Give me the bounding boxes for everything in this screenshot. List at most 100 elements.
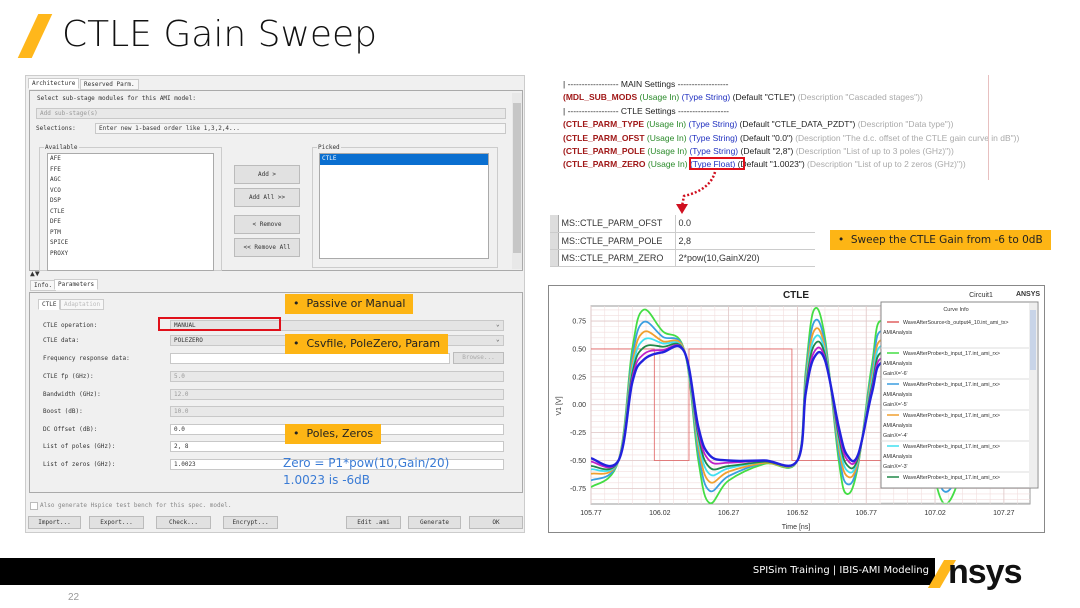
tab-architecture[interactable]: Architecture: [28, 78, 80, 89]
zero-formula: Zero = P1*pow(10,Gain/20): [283, 456, 450, 470]
scrollbar[interactable]: [512, 93, 522, 269]
legend-entry-text: WaveAfterSource<b_output4_10.int_ami_tx>: [903, 320, 1009, 326]
chevron-down-icon[interactable]: ⌄: [496, 321, 500, 328]
add-substage-select[interactable]: Add sub-stage(s): [36, 108, 506, 119]
param-label: CTLE data:: [43, 337, 80, 344]
code-name: (CTLE_PARM_ZERO: [563, 159, 646, 169]
subtab-adaptation[interactable]: Adaptation: [60, 299, 105, 310]
code-def: (Default "CTLE_DATA_PZDT"): [739, 119, 856, 129]
picked-label: Picked: [317, 144, 341, 151]
scrollbar-thumb[interactable]: [513, 103, 521, 253]
accent-slash: [17, 14, 53, 58]
callout-text: Csvfile, PoleZero, Param: [306, 337, 441, 350]
available-item[interactable]: FFE: [48, 165, 213, 176]
available-item[interactable]: PTM: [48, 228, 213, 239]
ami-param-line: (CTLE_PARM_OFST (Usage In) (Type String)…: [563, 133, 1019, 143]
legend-entry-text: GainX='-6': [883, 371, 908, 377]
tab-info[interactable]: Info.: [30, 280, 57, 291]
picked-list[interactable]: CTLE: [319, 153, 489, 259]
code-name: (CTLE_PARM_TYPE: [563, 119, 645, 129]
remove-button[interactable]: < Remove: [234, 215, 300, 234]
available-item[interactable]: AGC: [48, 175, 213, 186]
available-item[interactable]: DSP: [48, 196, 213, 207]
available-item[interactable]: VCO: [48, 186, 213, 197]
param-name-cell: MS::CTLE_PARM_ZERO: [558, 249, 676, 267]
ok-button[interactable]: OK: [469, 516, 523, 529]
subtab-ctle[interactable]: CTLE: [38, 299, 61, 310]
param-input[interactable]: 5.0: [170, 371, 504, 382]
import-button[interactable]: Import...: [28, 516, 81, 529]
callout-passive-manual: • Passive or Manual: [285, 294, 414, 314]
param-input[interactable]: [170, 353, 450, 364]
chart-title: CTLE: [783, 290, 809, 301]
ami-param-line: (MDL_SUB_MODS (Usage In) (Type String) (…: [563, 92, 923, 102]
ami-param-line: (CTLE_PARM_ZERO (Usage In) (Type Float) …: [563, 159, 966, 169]
code-desc: (Description "The d.c. offset of the CTL…: [795, 133, 1020, 143]
available-item[interactable]: CTLE: [48, 207, 213, 218]
param-value-cell[interactable]: 2*pow(10,GainX/20): [675, 249, 815, 267]
callout-sweep: • Sweep the CTLE Gain from -6 to 0dB: [830, 230, 1051, 250]
browse-button[interactable]: Browse...: [453, 352, 504, 364]
picked-item-ctle[interactable]: CTLE: [320, 154, 488, 165]
param-input[interactable]: 12.0: [170, 389, 504, 400]
code-type: (Type String): [688, 133, 738, 143]
y-tick-label: -0.75: [570, 486, 586, 493]
y-tick-label: -0.50: [570, 458, 586, 465]
selections-label: Selections:: [36, 125, 76, 132]
edit-ami-button[interactable]: Edit .ami: [346, 516, 401, 529]
encrypt-button[interactable]: Encrypt...: [223, 516, 278, 529]
add-all-button[interactable]: Add All >>: [234, 188, 300, 207]
footer-bar: SPISim Training | IBIS-AMI Modeling: [0, 558, 935, 585]
legend-analysis: AMIAnalysis: [883, 454, 912, 460]
x-axis-label: Time [ns]: [782, 524, 811, 531]
code-usage: (Usage In): [639, 92, 680, 102]
param-label: Boost (dB):: [43, 408, 83, 415]
available-item[interactable]: DFE: [48, 217, 213, 228]
chevron-down-icon[interactable]: ⌄: [496, 336, 500, 343]
param-value-cell[interactable]: 0.0: [675, 215, 815, 233]
remove-all-button[interactable]: << Remove All: [234, 238, 300, 257]
tab-reserved-parm[interactable]: Reserved Parm.: [80, 79, 139, 90]
y-tick-label: 0.50: [572, 346, 586, 353]
param-input[interactable]: 10.0: [170, 406, 504, 417]
page-number: 22: [68, 592, 80, 603]
x-tick-label: 106.02: [649, 510, 671, 517]
available-item[interactable]: AFE: [48, 154, 213, 165]
hspice-checkbox[interactable]: [30, 502, 38, 510]
legend-analysis: AMIAnalysis: [883, 361, 912, 367]
tab-parameters[interactable]: Parameters: [54, 279, 99, 290]
legend-entry-text: WaveAfterProbe<b_input_17.int_ami_rx>: [903, 351, 1000, 357]
x-tick-label: 105.77: [580, 510, 602, 517]
param-label: List of zeros (GHz):: [43, 461, 116, 468]
legend-title: Curve Info: [943, 307, 968, 313]
code-def: (Default "CTLE"): [732, 92, 796, 102]
param-label: Bandwidth (GHz):: [43, 391, 101, 398]
x-tick-label: 107.27: [993, 510, 1015, 517]
select-label: Select sub-stage modules for this AMI mo…: [37, 95, 196, 102]
x-tick-label: 106.27: [718, 510, 740, 517]
available-list[interactable]: AFE FFE AGC VCO DSP CTLE DFE PTM SPICE PROXY: [47, 153, 214, 271]
table-row: MS::CTLE_PARM_POLE 2,8: [550, 232, 815, 250]
export-button[interactable]: Export...: [89, 516, 144, 529]
code-desc: (Description "List of up to 2 zeros (GHz…: [807, 159, 966, 169]
available-item[interactable]: PROXY: [48, 249, 213, 260]
code-usage: (Usage In): [646, 119, 687, 129]
check-button[interactable]: Check...: [156, 516, 211, 529]
selections-input[interactable]: Enter new 1-based order like 1,3,2,4...: [95, 123, 506, 134]
legend-scrollbar-thumb: [1030, 310, 1036, 370]
circuit-label: Circuit1: [969, 292, 993, 299]
legend-entry-text: WaveAfterProbe<b_input_17.int_ami_rx>: [903, 382, 1000, 388]
param-value-cell[interactable]: 2,8: [675, 232, 815, 250]
y-tick-label: 0.25: [572, 374, 586, 381]
add-button[interactable]: Add >: [234, 165, 300, 184]
splitter-handle-icon[interactable]: ▲▼: [30, 269, 40, 278]
row-header: [550, 215, 559, 233]
param-label: List of poles (GHz):: [43, 443, 116, 450]
main-settings-header: | ------------------ MAIN Settings -----…: [563, 79, 729, 89]
hspice-checkbox-label: Also generate Hspice test bench for this…: [40, 502, 232, 509]
x-tick-label: 106.77: [856, 510, 878, 517]
available-item[interactable]: SPICE: [48, 238, 213, 249]
generate-button[interactable]: Generate: [408, 516, 461, 529]
code-def: (Default "1.0023"): [737, 159, 805, 169]
slide-title: CTLE Gain Sweep: [62, 14, 378, 55]
